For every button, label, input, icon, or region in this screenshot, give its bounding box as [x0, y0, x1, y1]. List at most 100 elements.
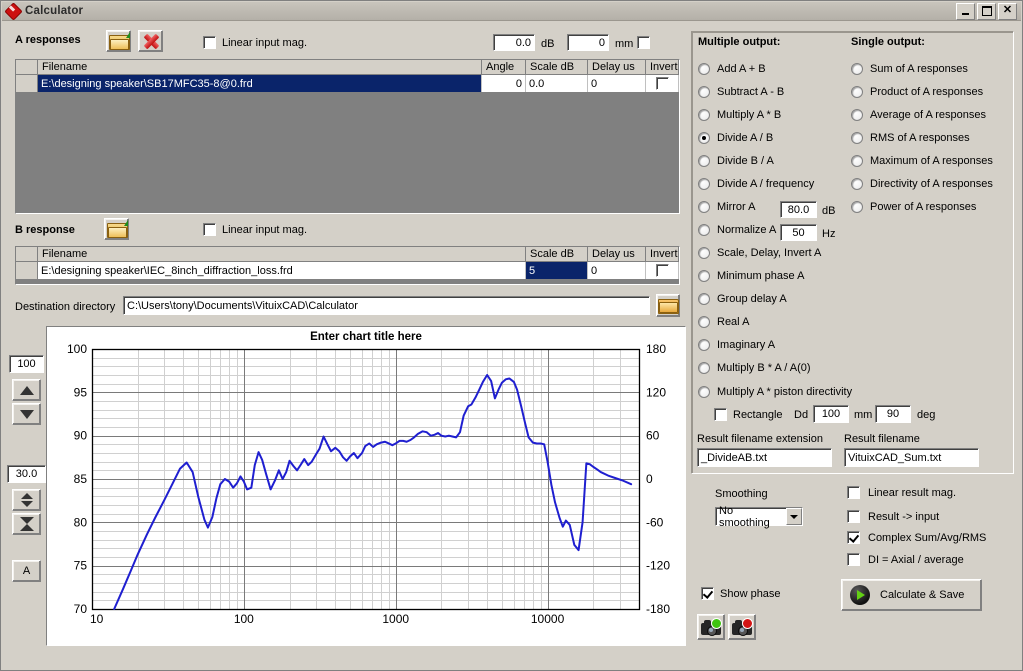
radio-sum-of-a-responses[interactable]: Sum of A responses: [851, 63, 968, 75]
b-row-invert-cell[interactable]: [646, 262, 679, 279]
radio-group-delay-a[interactable]: Group delay A: [698, 293, 787, 305]
chart-scroll-up-button[interactable]: [12, 379, 41, 401]
radio-mirror-a[interactable]: Mirror A: [698, 201, 756, 213]
radio-multiply-a-piston-directivity[interactable]: Multiply A * piston directivity: [698, 386, 852, 398]
a-row-filename[interactable]: E:\designing speaker\SB17MFC35-8@0.frd: [38, 75, 482, 92]
snapshot-add-button[interactable]: [697, 614, 725, 640]
mirror-a-value-input[interactable]: 80.0: [780, 201, 817, 218]
radio-icon[interactable]: [698, 339, 710, 351]
b-response-table[interactable]: Filename Scale dB Delay us Invert E:\des…: [15, 246, 680, 285]
checkbox-complex-sum-avg-rms[interactable]: Complex Sum/Avg/RMS: [847, 531, 986, 544]
destination-input[interactable]: C:\Users\tony\Documents\VituixCAD\Calcul…: [123, 296, 650, 315]
smoothing-select[interactable]: No smoothing: [715, 505, 803, 529]
radio-directivity-of-a-responses[interactable]: Directivity of A responses: [851, 178, 993, 190]
radio-icon[interactable]: [698, 224, 710, 236]
b-linear-input-mag-checkbox[interactable]: [203, 223, 216, 236]
radio-icon[interactable]: [851, 63, 863, 75]
dd-value-input[interactable]: 100: [813, 405, 849, 423]
radio-icon[interactable]: [698, 293, 710, 305]
radio-average-of-a-responses[interactable]: Average of A responses: [851, 109, 986, 121]
radio-divide-b-a[interactable]: Divide B / A: [698, 155, 774, 167]
chevron-down-icon[interactable]: [786, 508, 802, 525]
result-filename-input[interactable]: VituixCAD_Sum.txt: [844, 448, 979, 467]
radio-imaginary-a[interactable]: Imaginary A: [698, 339, 775, 351]
radio-icon[interactable]: [698, 362, 710, 374]
b-table-row[interactable]: E:\designing speaker\IEC_8inch_diffracti…: [16, 262, 679, 279]
a-delete-file-button[interactable]: [138, 30, 163, 52]
radio-icon[interactable]: [698, 247, 710, 259]
radio-icon[interactable]: [698, 86, 710, 98]
a-row-invert-checkbox[interactable]: [655, 77, 669, 90]
b-row-delay-us[interactable]: 0: [588, 262, 646, 279]
radio-icon[interactable]: [698, 270, 710, 282]
a-db-input[interactable]: 0.0: [493, 34, 535, 51]
a-table-row[interactable]: E:\designing speaker\SB17MFC35-8@0.frd 0…: [16, 75, 679, 92]
checkbox-icon[interactable]: [847, 553, 860, 566]
radio-icon[interactable]: [698, 201, 710, 213]
chart-axis-a-button[interactable]: A: [12, 560, 41, 582]
radio-real-a[interactable]: Real A: [698, 316, 749, 328]
checkbox-icon[interactable]: [847, 510, 860, 523]
radio-maximum-of-a-responses[interactable]: Maximum of A responses: [851, 155, 993, 167]
radio-icon[interactable]: [851, 86, 863, 98]
snapshot-remove-button[interactable]: [728, 614, 756, 640]
a-mm-checkbox[interactable]: [637, 36, 650, 49]
checkbox-result-input[interactable]: Result -> input: [847, 510, 939, 523]
destination-browse-button[interactable]: [656, 294, 680, 317]
radio-icon[interactable]: [698, 132, 710, 144]
calculate-and-save-button[interactable]: Calculate & Save: [841, 579, 982, 611]
a-mm-input[interactable]: 0: [567, 34, 609, 51]
minimize-button[interactable]: [956, 2, 975, 20]
chart-expand-range-button[interactable]: [12, 489, 41, 511]
chart-top-value-input[interactable]: 100: [9, 355, 44, 373]
b-row-scale-db[interactable]: 5: [526, 262, 588, 279]
radio-divide-a-b[interactable]: Divide A / B: [698, 132, 773, 144]
deg-value-input[interactable]: 90: [875, 405, 911, 423]
chart-range-value-input[interactable]: 30.0: [7, 465, 46, 483]
radio-icon[interactable]: [851, 201, 863, 213]
chart-collapse-range-button[interactable]: [12, 513, 41, 535]
checkbox-icon[interactable]: [847, 486, 860, 499]
show-phase-checkbox[interactable]: [701, 587, 714, 600]
close-button[interactable]: ✕: [998, 2, 1017, 20]
radio-power-of-a-responses[interactable]: Power of A responses: [851, 201, 976, 213]
radio-icon[interactable]: [851, 155, 863, 167]
a-row-scale-db[interactable]: 0.0: [526, 75, 588, 92]
radio-multiply-b-a-a-0[interactable]: Multiply B * A / A(0): [698, 362, 811, 374]
a-open-file-button[interactable]: [106, 30, 131, 52]
radio-icon[interactable]: [698, 109, 710, 121]
a-row-selector[interactable]: [16, 75, 38, 92]
result-extension-input[interactable]: _DivideAB.txt: [697, 448, 832, 467]
a-row-invert-cell[interactable]: [646, 75, 679, 92]
radio-icon[interactable]: [698, 63, 710, 75]
radio-icon[interactable]: [698, 386, 710, 398]
a-row-angle[interactable]: 0: [482, 75, 526, 92]
checkbox-linear-result-mag[interactable]: Linear result mag.: [847, 486, 956, 499]
radio-subtract-a-b[interactable]: Subtract A - B: [698, 86, 784, 98]
radio-icon[interactable]: [851, 132, 863, 144]
normalize-a-value-input[interactable]: 50: [780, 224, 817, 241]
radio-divide-a-frequency[interactable]: Divide A / frequency: [698, 178, 814, 190]
radio-icon[interactable]: [851, 109, 863, 121]
radio-minimum-phase-a[interactable]: Minimum phase A: [698, 270, 804, 282]
checkbox-di-axial-average[interactable]: DI = Axial / average: [847, 553, 964, 566]
b-row-invert-checkbox[interactable]: [655, 264, 669, 277]
maximize-button[interactable]: [977, 2, 996, 20]
b-row-filename[interactable]: E:\designing speaker\IEC_8inch_diffracti…: [38, 262, 526, 279]
response-chart[interactable]: Enter chart title here 70 75 80 85 90 95 100 -1…: [46, 326, 686, 646]
radio-normalize-a[interactable]: Normalize A: [698, 224, 776, 236]
checkbox-icon[interactable]: [847, 531, 860, 544]
a-row-delay-us[interactable]: 0: [588, 75, 646, 92]
b-open-file-button[interactable]: [104, 218, 129, 240]
radio-icon[interactable]: [698, 178, 710, 190]
radio-icon[interactable]: [698, 155, 710, 167]
radio-add-a-b[interactable]: Add A + B: [698, 63, 766, 75]
radio-icon[interactable]: [851, 178, 863, 190]
a-responses-table[interactable]: Filename Angle Scale dB Delay us Invert …: [15, 59, 680, 214]
radio-rms-of-a-responses[interactable]: RMS of A responses: [851, 132, 970, 144]
b-row-selector[interactable]: [16, 262, 38, 279]
rectangle-checkbox[interactable]: [714, 408, 727, 421]
radio-product-of-a-responses[interactable]: Product of A responses: [851, 86, 983, 98]
radio-multiply-a-b[interactable]: Multiply A * B: [698, 109, 781, 121]
radio-icon[interactable]: [698, 316, 710, 328]
